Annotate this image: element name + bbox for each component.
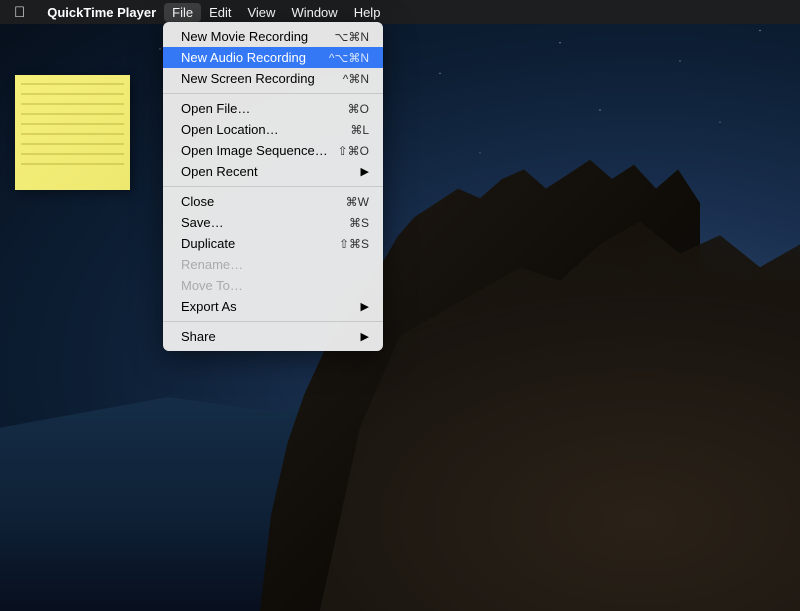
- menu-item-shortcut: ⇧⌘S: [339, 237, 369, 251]
- menu-item-label: Duplicate: [181, 236, 235, 251]
- sticky-line: [21, 113, 124, 115]
- sticky-line: [21, 163, 124, 165]
- file-dropdown-menu: New Movie Recording ⌥⌘N New Audio Record…: [163, 22, 383, 351]
- menu-item-label: New Movie Recording: [181, 29, 308, 44]
- menu-item-shortcut: ⇧⌘O: [338, 144, 369, 158]
- sticky-line: [21, 153, 124, 155]
- menubar-app-name[interactable]: QuickTime Player: [39, 3, 164, 22]
- menu-new-screen-recording[interactable]: New Screen Recording ^⌘N: [163, 68, 383, 89]
- menu-new-movie-recording[interactable]: New Movie Recording ⌥⌘N: [163, 26, 383, 47]
- menu-item-label: New Audio Recording: [181, 50, 306, 65]
- menu-open-image-sequence[interactable]: Open Image Sequence… ⇧⌘O: [163, 140, 383, 161]
- menu-item-label: Open Image Sequence…: [181, 143, 328, 158]
- menu-item-label: Open File…: [181, 101, 250, 116]
- menubar-edit[interactable]: Edit: [201, 3, 239, 22]
- menubar-help[interactable]: Help: [346, 3, 389, 22]
- menu-duplicate[interactable]: Duplicate ⇧⌘S: [163, 233, 383, 254]
- menu-item-label: Open Location…: [181, 122, 279, 137]
- sticky-note-content: [15, 75, 130, 181]
- menu-move-to: Move To…: [163, 275, 383, 296]
- sticky-line: [21, 103, 124, 105]
- menu-rename: Rename…: [163, 254, 383, 275]
- menu-item-shortcut: ⌘S: [349, 216, 369, 230]
- menu-separator-1: [163, 93, 383, 94]
- apple-menu-button[interactable]: : [8, 4, 31, 21]
- submenu-arrow-icon: ▶: [361, 300, 369, 313]
- sticky-line: [21, 143, 124, 145]
- menu-separator-2: [163, 186, 383, 187]
- menu-close[interactable]: Close ⌘W: [163, 191, 383, 212]
- menu-save[interactable]: Save… ⌘S: [163, 212, 383, 233]
- menu-export-as[interactable]: Export As ▶: [163, 296, 383, 317]
- menu-item-label: New Screen Recording: [181, 71, 315, 86]
- submenu-arrow-icon: ▶: [361, 330, 369, 343]
- menu-separator-3: [163, 321, 383, 322]
- menu-item-label: Share: [181, 329, 216, 344]
- submenu-arrow-icon: ▶: [361, 165, 369, 178]
- menu-item-shortcut: ⌥⌘N: [335, 30, 370, 44]
- menubar-view[interactable]: View: [239, 3, 283, 22]
- sticky-line: [21, 83, 124, 85]
- sticky-line: [21, 133, 124, 135]
- menu-item-label: Rename…: [181, 257, 243, 272]
- sticky-note: [15, 75, 130, 190]
- menubar:  QuickTime Player File Edit View Window…: [0, 0, 800, 24]
- menu-item-shortcut: ⌘O: [348, 102, 369, 116]
- menu-item-label: Save…: [181, 215, 224, 230]
- menu-item-label: Open Recent: [181, 164, 258, 179]
- menu-open-file[interactable]: Open File… ⌘O: [163, 98, 383, 119]
- sticky-line: [21, 93, 124, 95]
- menu-new-audio-recording[interactable]: New Audio Recording ^⌥⌘N: [163, 47, 383, 68]
- menubar-file[interactable]: File: [164, 3, 201, 22]
- menu-open-location[interactable]: Open Location… ⌘L: [163, 119, 383, 140]
- menu-item-shortcut: ⌘W: [346, 195, 369, 209]
- menubar-window[interactable]: Window: [283, 3, 345, 22]
- menu-item-shortcut: ⌘L: [350, 123, 369, 137]
- menu-share[interactable]: Share ▶: [163, 326, 383, 347]
- sticky-line: [21, 123, 124, 125]
- menu-open-recent[interactable]: Open Recent ▶: [163, 161, 383, 182]
- menu-item-label: Move To…: [181, 278, 243, 293]
- menu-item-label: Export As: [181, 299, 237, 314]
- menu-item-shortcut: ^⌥⌘N: [329, 51, 369, 65]
- menu-item-shortcut: ^⌘N: [343, 72, 369, 86]
- menu-item-label: Close: [181, 194, 214, 209]
